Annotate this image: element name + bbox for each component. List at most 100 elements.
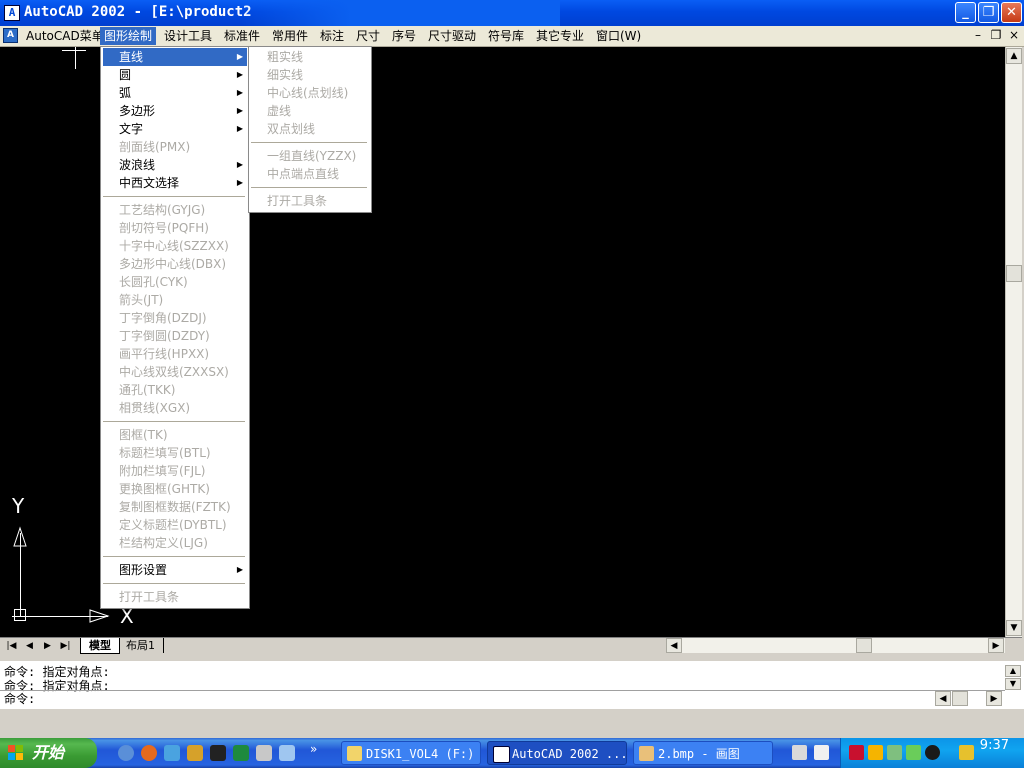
ie-icon[interactable] (164, 745, 180, 761)
last-tab-icon[interactable]: ▶| (58, 639, 73, 653)
line-submenu-item-label: 打开工具条 (267, 194, 328, 208)
first-tab-icon[interactable]: |◀ (4, 639, 19, 653)
autocad-task-icon (493, 746, 510, 763)
drawing-menu-item[interactable]: 图形设置 ▶ (103, 561, 247, 579)
drawing-menu-item[interactable]: 丁字倒圆(DZDY) (103, 327, 247, 345)
command-scroll-left-icon[interactable]: ◀ (935, 691, 951, 706)
vertical-scroll-thumb[interactable] (1006, 265, 1022, 282)
drawing-menu-item[interactable]: 文字 ▶ (103, 120, 247, 138)
drawing-dropdown-menu: 直线 ▶ 圆 ▶ 弧 ▶ 多边形 ▶ 文字 ▶ 剖面线(PMX) 波浪线 ▶ 中西文选择 ▶ 工艺结构(GYJ… (100, 46, 250, 609)
drawing-menu-item[interactable]: 丁字倒角(DZDJ) (103, 309, 247, 327)
command-prompt: 命令: (4, 692, 36, 706)
drawing-menu-item[interactable]: 工艺结构(GYJG) (103, 201, 247, 219)
drawing-menu-item[interactable]: 附加栏填写(FJL) (103, 462, 247, 480)
drawing-menu-item[interactable]: 十字中心线(SZZXX) (103, 237, 247, 255)
drawing-menu-item-label: 多边形中心线(DBX) (119, 257, 227, 271)
drawing-menu-item-label: 波浪线 (119, 158, 156, 172)
drawing-menu-item[interactable]: 中心线双线(ZXXSX) (103, 363, 247, 381)
drawing-menu-item[interactable]: 剖切符号(PQFH) (103, 219, 247, 237)
drawing-menu-item-label: 丁字倒角(DZDJ) (119, 311, 207, 325)
next-tab-icon[interactable]: ▶ (40, 639, 55, 653)
drawing-menu-item[interactable]: 长圆孔(CYK) (103, 273, 247, 291)
taskbar: 开始 » DISK1_VOL4 (F:) AutoCAD 2002 ... 2.… (0, 738, 1024, 768)
drawing-menu-item[interactable]: 相贯线(XGX) (103, 399, 247, 417)
drawing-menu-item-label: 弧 (119, 86, 132, 100)
quicklaunch-m-icon[interactable] (118, 745, 134, 761)
scroll-left-arrow-icon[interactable]: ◀ (666, 638, 682, 653)
horizontal-scrollbar[interactable]: ◀ ▶ (666, 638, 1005, 653)
tray-network-icon[interactable] (887, 745, 902, 760)
windows-logo-icon (8, 745, 23, 760)
task-autocad[interactable]: AutoCAD 2002 ... (487, 741, 627, 765)
command-scroll-down-icon[interactable]: ▼ (1005, 678, 1021, 690)
scroll-down-arrow-icon[interactable]: ▼ (1006, 620, 1022, 636)
messenger-icon[interactable] (187, 745, 203, 761)
line-submenu-item[interactable]: 打开工具条 (251, 192, 369, 210)
drawing-menu-item-label: 中西文选择 (119, 176, 180, 190)
drawing-menu-item[interactable]: 圆 ▶ (103, 66, 247, 84)
drawing-menu-item[interactable]: 中西文选择 ▶ (103, 174, 247, 192)
command-scroll-up-icon[interactable]: ▲ (1005, 665, 1021, 677)
drawing-menu-item[interactable]: 多边形 ▶ (103, 102, 247, 120)
drawing-menu-item[interactable]: 标题栏填写(BTL) (103, 444, 247, 462)
drawing-menu-item[interactable]: 箭头(JT) (103, 291, 247, 309)
line-submenu-item-label: 一组直线(YZZX) (267, 149, 357, 163)
status-bar (0, 709, 1024, 737)
help-icon[interactable] (814, 745, 829, 760)
vertical-scrollbar[interactable]: ▲ ▼ (1005, 47, 1022, 637)
drawing-menu-item[interactable]: 直线 ▶ (103, 48, 247, 66)
tab-model[interactable]: 模型 (80, 638, 120, 654)
firefox-icon[interactable] (141, 745, 157, 761)
drawing-menu-item[interactable]: 栏结构定义(LJG) (103, 534, 247, 552)
document-quicklaunch-icon[interactable] (256, 745, 272, 761)
antivirus-icon[interactable] (849, 745, 864, 760)
task-paint[interactable]: 2.bmp - 画图 (633, 741, 773, 765)
drawing-menu-item-label: 十字中心线(SZZXX) (119, 239, 229, 253)
line-submenu-item[interactable]: 中点端点直线 (251, 165, 369, 183)
keyboard-icon[interactable] (792, 745, 807, 760)
drawing-menu-item[interactable]: 更换图框(GHTK) (103, 480, 247, 498)
drawing-menu-item[interactable]: 多边形中心线(DBX) (103, 255, 247, 273)
tray-media-icon[interactable] (925, 745, 940, 760)
drawing-menu-item-label: 图形设置 (119, 563, 168, 577)
drawing-menu-item[interactable]: 画平行线(HPXX) (103, 345, 247, 363)
drawing-menu-item[interactable]: 定义标题栏(DYBTL) (103, 516, 247, 534)
scroll-right-arrow-icon[interactable]: ▶ (988, 638, 1004, 653)
drawing-menu-item[interactable]: 弧 ▶ (103, 84, 247, 102)
notepad-icon[interactable] (279, 745, 295, 761)
drawing-menu-item-label: 更换图框(GHTK) (119, 482, 210, 496)
menu-separator (251, 187, 367, 188)
drawing-menu-item[interactable]: 波浪线 ▶ (103, 156, 247, 174)
menu-separator (103, 556, 245, 557)
excel-icon[interactable] (233, 745, 249, 761)
command-scroll-right-icon[interactable]: ▶ (986, 691, 1002, 706)
line-submenu-item[interactable]: 细实线 (251, 66, 369, 84)
drawing-menu-item[interactable]: 复制图框数据(FZTK) (103, 498, 247, 516)
horizontal-scroll-thumb[interactable] (856, 638, 872, 653)
line-submenu-item[interactable]: 一组直线(YZZX) (251, 147, 369, 165)
scroll-up-arrow-icon[interactable]: ▲ (1006, 48, 1022, 64)
start-button[interactable]: 开始 (0, 738, 97, 768)
qq-penguin-icon[interactable] (210, 745, 226, 761)
drawing-menu-item[interactable]: 图框(TK) (103, 426, 247, 444)
line-submenu-item[interactable]: 中心线(点划线) (251, 84, 369, 102)
tray-app-icon[interactable] (868, 745, 883, 760)
more-quicklaunch-icon[interactable]: » (310, 742, 317, 756)
drawing-menu-item[interactable]: 剖面线(PMX) (103, 138, 247, 156)
line-submenu-item[interactable]: 双点划线 (251, 120, 369, 138)
drawing-menu-item-label: 通孔(TKK) (119, 383, 176, 397)
security-shield-icon[interactable] (959, 745, 974, 760)
task-disk1[interactable]: DISK1_VOL4 (F:) (341, 741, 481, 765)
drawing-menu-item-label: 圆 (119, 68, 132, 82)
line-submenu-item[interactable]: 虚线 (251, 102, 369, 120)
command-scroll-thumb[interactable] (952, 691, 968, 706)
line-submenu-item[interactable]: 粗实线 (251, 48, 369, 66)
tray-monitor-icon[interactable] (906, 745, 921, 760)
submenu-arrow-icon: ▶ (236, 88, 243, 97)
previous-tab-icon[interactable]: ◀ (22, 639, 37, 653)
drawing-menu-item-label: 相贯线(XGX) (119, 401, 191, 415)
tab-layout1[interactable]: 布局1 (118, 638, 164, 653)
drawing-menu-item[interactable]: 打开工具条 (103, 588, 247, 606)
drawing-menu-item[interactable]: 通孔(TKK) (103, 381, 247, 399)
command-input-line[interactable]: 命令: ◀ ▶ (0, 690, 1005, 707)
